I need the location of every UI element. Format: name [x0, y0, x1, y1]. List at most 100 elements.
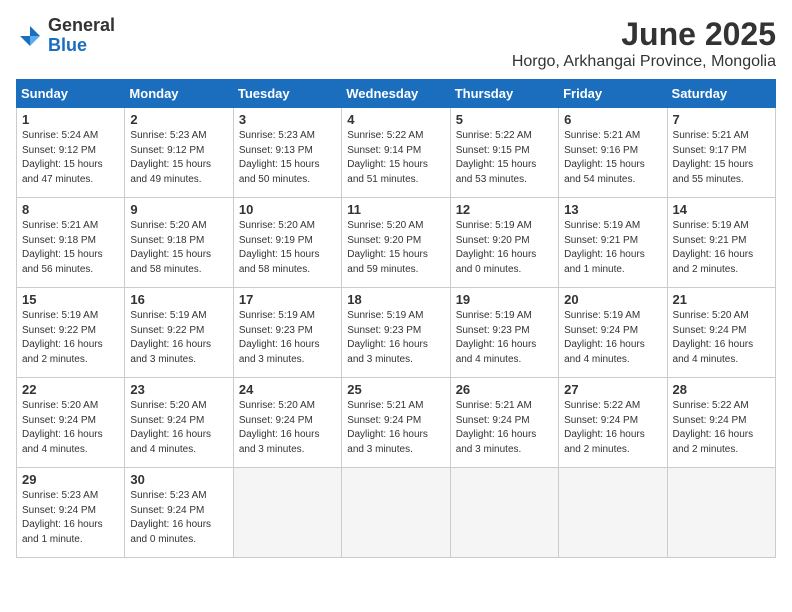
main-title: June 2025: [512, 16, 776, 53]
day-number: 10: [239, 202, 336, 217]
table-row: 28Sunrise: 5:22 AM Sunset: 9:24 PM Dayli…: [667, 378, 775, 468]
day-number: 29: [22, 472, 119, 487]
week-row-2: 8 Sunrise: 5:21 AM Sunset: 9:18 PM Daylig…: [17, 198, 776, 288]
day-number: 18: [347, 292, 444, 307]
calendar-header: Sunday Monday Tuesday Wednesday Thursday…: [17, 80, 776, 108]
day-info: Sunrise: 5:19 AM Sunset: 9:21 PM Dayligh…: [564, 219, 661, 277]
day-number: 12: [456, 202, 553, 217]
week-row-3: 15 Sunrise: 5:19 AM Sunset: 9:22 PM Dayli…: [17, 288, 776, 378]
table-row: 14Sunrise: 5:19 AM Sunset: 9:21 PM Dayli…: [667, 198, 775, 288]
day-number: 11: [347, 202, 444, 217]
page-header: General Blue June 2025 Horgo, Arkhangai …: [16, 16, 776, 71]
calendar-table: Sunday Monday Tuesday Wednesday Thursday…: [16, 79, 776, 558]
day-info: Sunrise: 5:21 AM Sunset: 9:17 PM Dayligh…: [673, 129, 770, 187]
col-wednesday: Wednesday: [342, 80, 450, 108]
col-saturday: Saturday: [667, 80, 775, 108]
day-info: Sunrise: 5:19 AM Sunset: 9:20 PM Dayligh…: [456, 219, 553, 277]
table-row: 6 Sunrise: 5:21 AM Sunset: 9:16 PM Daylig…: [559, 108, 667, 198]
day-number: 17: [239, 292, 336, 307]
table-row: 19Sunrise: 5:19 AM Sunset: 9:23 PM Dayli…: [450, 288, 558, 378]
logo-icon: [16, 22, 44, 50]
calendar-body: 1 Sunrise: 5:24 AM Sunset: 9:12 PM Daylig…: [17, 108, 776, 558]
day-number: 28: [673, 382, 770, 397]
table-row: 5 Sunrise: 5:22 AM Sunset: 9:15 PM Daylig…: [450, 108, 558, 198]
table-row: 10 Sunrise: 5:20 AM Sunset: 9:19 PM Dayli…: [233, 198, 341, 288]
day-number: 16: [130, 292, 227, 307]
day-info: Sunrise: 5:20 AM Sunset: 9:24 PM Dayligh…: [130, 399, 227, 457]
day-number: 20: [564, 292, 661, 307]
day-number: 21: [673, 292, 770, 307]
table-row: 27Sunrise: 5:22 AM Sunset: 9:24 PM Dayli…: [559, 378, 667, 468]
day-info: Sunrise: 5:19 AM Sunset: 9:22 PM Dayligh…: [22, 309, 119, 367]
day-number: 15: [22, 292, 119, 307]
day-number: 6: [564, 112, 661, 127]
day-info: Sunrise: 5:21 AM Sunset: 9:24 PM Dayligh…: [347, 399, 444, 457]
day-number: 5: [456, 112, 553, 127]
logo: General Blue: [16, 16, 115, 56]
day-info: Sunrise: 5:20 AM Sunset: 9:24 PM Dayligh…: [22, 399, 119, 457]
day-info: Sunrise: 5:23 AM Sunset: 9:24 PM Dayligh…: [22, 489, 119, 547]
day-info: Sunrise: 5:19 AM Sunset: 9:23 PM Dayligh…: [456, 309, 553, 367]
day-info: Sunrise: 5:23 AM Sunset: 9:12 PM Dayligh…: [130, 129, 227, 187]
table-row: 4Sunrise: 5:22 AM Sunset: 9:14 PM Daylig…: [342, 108, 450, 198]
table-row: 17 Sunrise: 5:19 AM Sunset: 9:23 PM Dayli…: [233, 288, 341, 378]
table-row: 25Sunrise: 5:21 AM Sunset: 9:24 PM Dayli…: [342, 378, 450, 468]
day-info: Sunrise: 5:22 AM Sunset: 9:14 PM Dayligh…: [347, 129, 444, 187]
day-number: 24: [239, 382, 336, 397]
day-info: Sunrise: 5:21 AM Sunset: 9:18 PM Dayligh…: [22, 219, 119, 277]
table-row: [450, 468, 558, 558]
table-row: 22 Sunrise: 5:20 AM Sunset: 9:24 PM Dayli…: [17, 378, 125, 468]
table-row: [667, 468, 775, 558]
day-number: 9: [130, 202, 227, 217]
header-row: Sunday Monday Tuesday Wednesday Thursday…: [17, 80, 776, 108]
col-tuesday: Tuesday: [233, 80, 341, 108]
day-info: Sunrise: 5:19 AM Sunset: 9:22 PM Dayligh…: [130, 309, 227, 367]
table-row: 13Sunrise: 5:19 AM Sunset: 9:21 PM Dayli…: [559, 198, 667, 288]
day-info: Sunrise: 5:23 AM Sunset: 9:13 PM Dayligh…: [239, 129, 336, 187]
table-row: 7 Sunrise: 5:21 AM Sunset: 9:17 PM Daylig…: [667, 108, 775, 198]
col-friday: Friday: [559, 80, 667, 108]
day-number: 8: [22, 202, 119, 217]
day-info: Sunrise: 5:23 AM Sunset: 9:24 PM Dayligh…: [130, 489, 227, 547]
table-row: 29 Sunrise: 5:23 AM Sunset: 9:24 PM Dayli…: [17, 468, 125, 558]
table-row: 3 Sunrise: 5:23 AM Sunset: 9:13 PM Daylig…: [233, 108, 341, 198]
week-row-1: 1 Sunrise: 5:24 AM Sunset: 9:12 PM Daylig…: [17, 108, 776, 198]
day-info: Sunrise: 5:20 AM Sunset: 9:18 PM Dayligh…: [130, 219, 227, 277]
day-number: 1: [22, 112, 119, 127]
logo-blue-text: Blue: [48, 36, 115, 56]
table-row: 11 Sunrise: 5:20 AM Sunset: 9:20 PM Dayli…: [342, 198, 450, 288]
day-info: Sunrise: 5:21 AM Sunset: 9:24 PM Dayligh…: [456, 399, 553, 457]
day-number: 22: [22, 382, 119, 397]
day-info: Sunrise: 5:20 AM Sunset: 9:20 PM Dayligh…: [347, 219, 444, 277]
day-number: 27: [564, 382, 661, 397]
day-info: Sunrise: 5:24 AM Sunset: 9:12 PM Dayligh…: [22, 129, 119, 187]
table-row: 2 Sunrise: 5:23 AM Sunset: 9:12 PM Daylig…: [125, 108, 233, 198]
week-row-4: 22 Sunrise: 5:20 AM Sunset: 9:24 PM Dayli…: [17, 378, 776, 468]
day-info: Sunrise: 5:20 AM Sunset: 9:24 PM Dayligh…: [673, 309, 770, 367]
day-info: Sunrise: 5:20 AM Sunset: 9:24 PM Dayligh…: [239, 399, 336, 457]
table-row: 26 Sunrise: 5:21 AM Sunset: 9:24 PM Dayli…: [450, 378, 558, 468]
table-row: 23Sunrise: 5:20 AM Sunset: 9:24 PM Dayli…: [125, 378, 233, 468]
week-row-5: 29 Sunrise: 5:23 AM Sunset: 9:24 PM Dayli…: [17, 468, 776, 558]
col-thursday: Thursday: [450, 80, 558, 108]
subtitle: Horgo, Arkhangai Province, Mongolia: [512, 53, 776, 71]
day-info: Sunrise: 5:19 AM Sunset: 9:23 PM Dayligh…: [239, 309, 336, 367]
day-info: Sunrise: 5:19 AM Sunset: 9:24 PM Dayligh…: [564, 309, 661, 367]
table-row: [559, 468, 667, 558]
day-info: Sunrise: 5:21 AM Sunset: 9:16 PM Dayligh…: [564, 129, 661, 187]
table-row: 24 Sunrise: 5:20 AM Sunset: 9:24 PM Dayli…: [233, 378, 341, 468]
table-row: 8 Sunrise: 5:21 AM Sunset: 9:18 PM Daylig…: [17, 198, 125, 288]
table-row: 1 Sunrise: 5:24 AM Sunset: 9:12 PM Daylig…: [17, 108, 125, 198]
day-info: Sunrise: 5:22 AM Sunset: 9:15 PM Dayligh…: [456, 129, 553, 187]
table-row: 30Sunrise: 5:23 AM Sunset: 9:24 PM Dayli…: [125, 468, 233, 558]
day-info: Sunrise: 5:20 AM Sunset: 9:19 PM Dayligh…: [239, 219, 336, 277]
logo-general-text: General: [48, 16, 115, 36]
table-row: 18Sunrise: 5:19 AM Sunset: 9:23 PM Dayli…: [342, 288, 450, 378]
day-number: 3: [239, 112, 336, 127]
logo-text: General Blue: [48, 16, 115, 56]
col-sunday: Sunday: [17, 80, 125, 108]
table-row: 20 Sunrise: 5:19 AM Sunset: 9:24 PM Dayli…: [559, 288, 667, 378]
day-number: 26: [456, 382, 553, 397]
day-number: 2: [130, 112, 227, 127]
day-number: 7: [673, 112, 770, 127]
